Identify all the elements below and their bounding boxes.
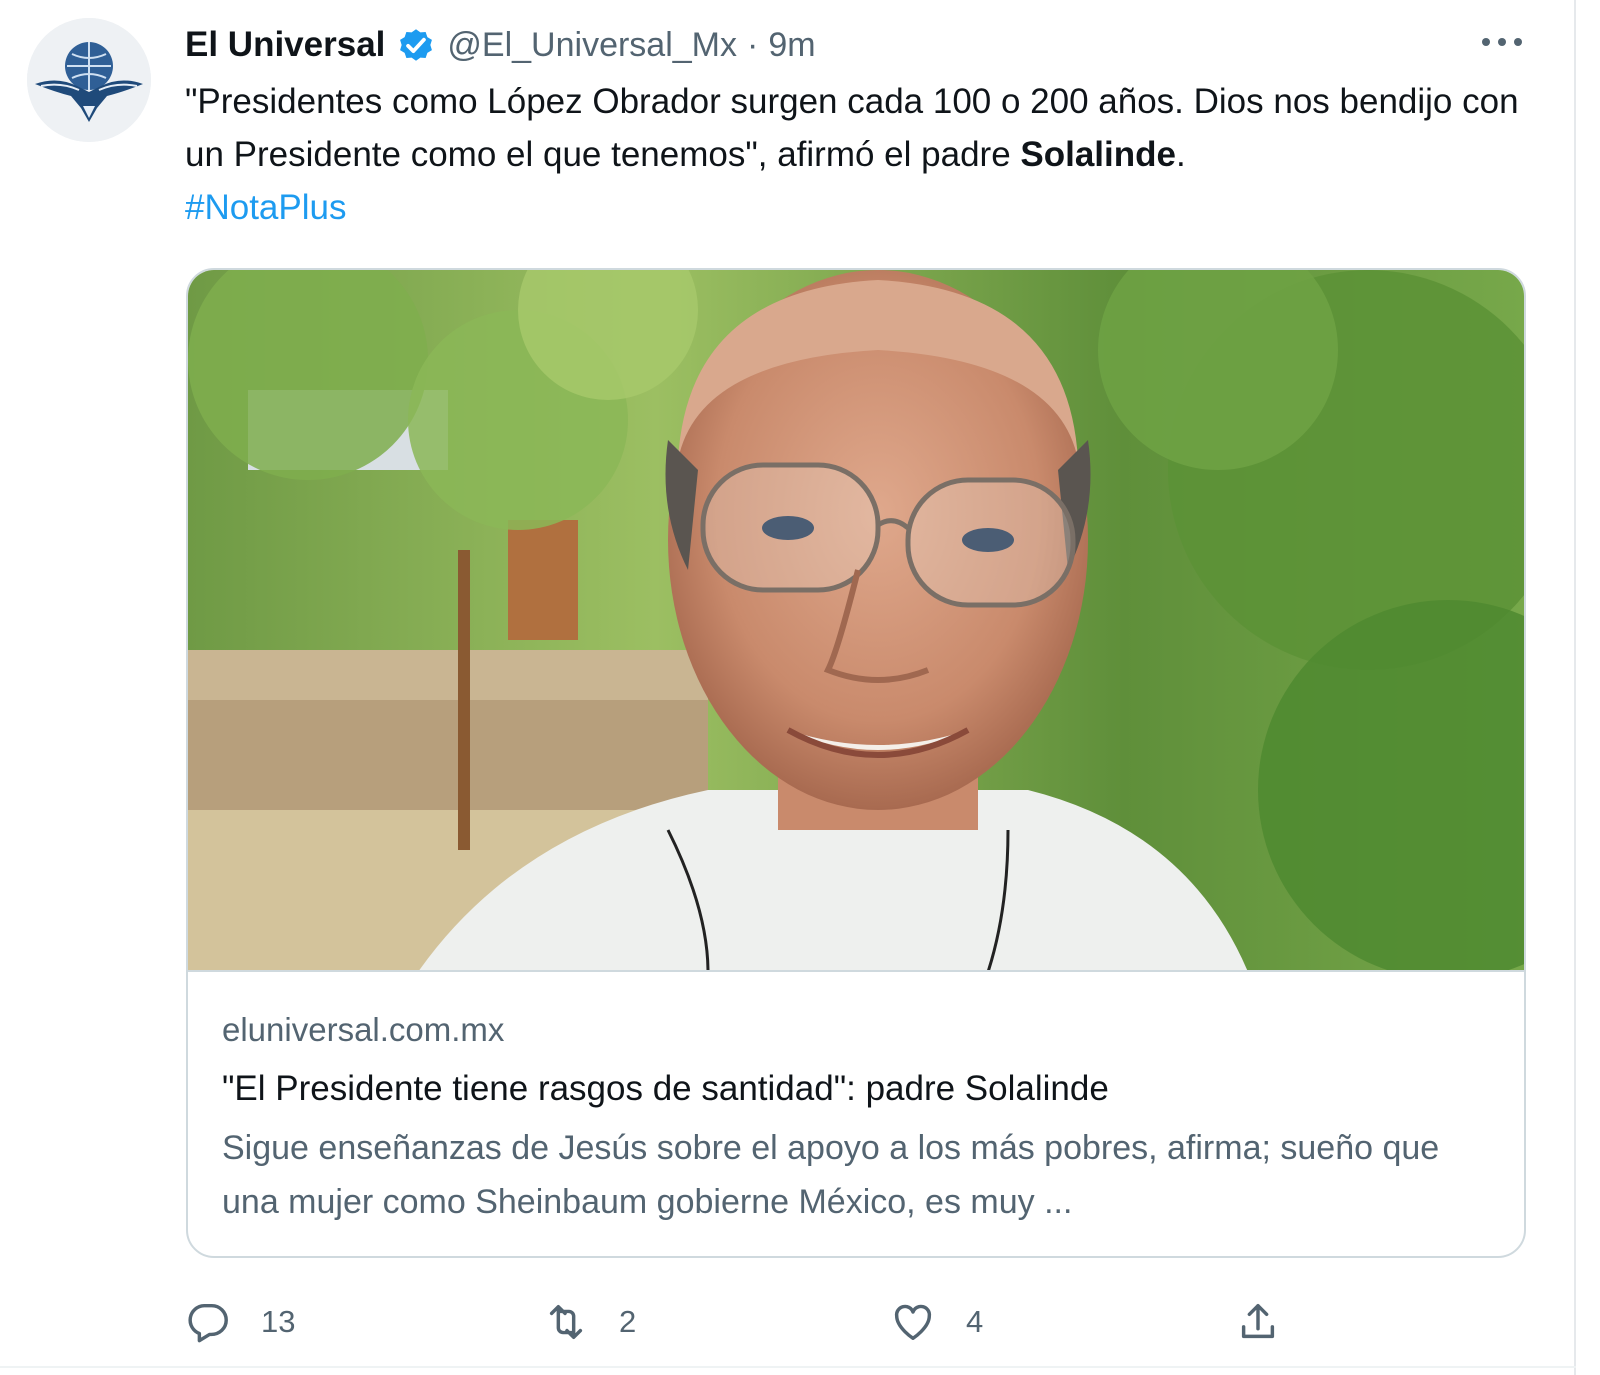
hashtag-link[interactable]: #NotaPlus [185, 188, 346, 227]
reply-button[interactable]: 13 [185, 1295, 295, 1349]
avatar[interactable] [27, 18, 151, 142]
reply-icon [185, 1299, 231, 1345]
more-dot [1514, 38, 1522, 46]
header-separator: · [747, 25, 759, 64]
card-title: "El Presidente tiene rasgos de santidad"… [222, 1069, 1109, 1108]
like-button[interactable]: 4 [890, 1295, 983, 1349]
card-domain: eluniversal.com.mx [222, 1011, 505, 1048]
retweet-count: 2 [619, 1304, 637, 1339]
tweet[interactable]: El Universal @El_Universal_Mx · 9m "Pres… [0, 0, 1574, 1366]
heart-icon [890, 1299, 936, 1345]
more-dot [1498, 38, 1506, 46]
tweet-text-end: . [1175, 135, 1186, 174]
tweet-actions: 13 2 4 [185, 1295, 1335, 1349]
retweet-button[interactable]: 2 [543, 1295, 636, 1349]
share-button[interactable] [1235, 1295, 1281, 1349]
card-description: Sigue enseñanzas de Jesús sobre el apoyo… [222, 1129, 1440, 1221]
more-options-icon[interactable] [1478, 26, 1526, 58]
page-divider-right [1574, 0, 1576, 1375]
author-handle[interactable]: @El_Universal_Mx [447, 26, 737, 65]
tweet-text: "Presidentes como López Obrador surgen c… [185, 75, 1565, 234]
tweet-timestamp[interactable]: 9m [768, 26, 815, 65]
like-count: 4 [966, 1304, 984, 1339]
card-photo [188, 270, 1524, 970]
tweet-header: El Universal @El_Universal_Mx · 9m [185, 20, 816, 70]
verified-badge-icon [395, 24, 437, 66]
share-icon [1235, 1299, 1281, 1345]
reply-count: 13 [261, 1304, 296, 1339]
tweet-text-main: "Presidentes como López Obrador surgen c… [185, 82, 1519, 174]
card-image[interactable] [188, 270, 1524, 972]
link-card[interactable]: eluniversal.com.mx "El Presidente tiene … [186, 268, 1526, 1258]
author-display-name[interactable]: El Universal [185, 25, 385, 65]
tweet-text-bold: Solalinde [1020, 135, 1176, 174]
retweet-icon [543, 1299, 589, 1345]
el-universal-logo-icon [27, 18, 151, 142]
page-divider-bottom [0, 1366, 1576, 1368]
card-body: eluniversal.com.mx "El Presidente tiene … [222, 1005, 1492, 1229]
more-dot [1482, 38, 1490, 46]
